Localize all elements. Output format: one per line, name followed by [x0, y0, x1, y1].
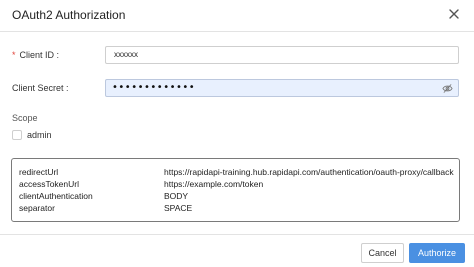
- info-row: separator SPACE: [12, 203, 459, 215]
- dialog-title: OAuth2 Authorization: [12, 8, 126, 22]
- info-value: SPACE: [164, 203, 193, 213]
- info-key: separator: [19, 203, 55, 213]
- required-mark: *: [12, 50, 16, 60]
- client-secret-input[interactable]: •••••••••••••: [105, 79, 459, 97]
- info-key: redirectUrl: [19, 167, 59, 177]
- info-key: accessTokenUrl: [19, 179, 79, 189]
- scope-admin-label[interactable]: admin: [27, 130, 52, 140]
- client-id-input[interactable]: xxxxxx: [105, 46, 459, 64]
- client-secret-label: Client Secret :: [12, 83, 69, 93]
- authorize-button[interactable]: Authorize: [409, 243, 465, 263]
- info-value: https://rapidapi-training.hub.rapidapi.c…: [164, 167, 454, 177]
- info-value: https://example.com/token: [164, 179, 264, 189]
- cancel-button[interactable]: Cancel: [361, 243, 404, 263]
- info-value: BODY: [164, 191, 189, 201]
- dialog-header: OAuth2 Authorization: [0, 0, 474, 32]
- info-key: clientAuthentication: [19, 191, 93, 201]
- info-row: redirectUrl https://rapidapi-training.hu…: [12, 167, 459, 179]
- scope-label: Scope: [12, 113, 38, 123]
- scope-admin-checkbox[interactable]: [12, 130, 22, 140]
- eye-off-icon[interactable]: [442, 83, 453, 94]
- oauth2-authorization-dialog: OAuth2 Authorization * Client ID : xxxxxx…: [0, 0, 474, 267]
- client-id-value: xxxxxx: [114, 50, 138, 59]
- info-row: accessTokenUrl https://example.com/token: [12, 179, 459, 191]
- client-id-label-text: Client ID :: [19, 50, 60, 60]
- client-secret-masked-value: •••••••••••••: [112, 82, 196, 93]
- client-id-label: * Client ID :: [12, 50, 59, 60]
- oauth-config-details: redirectUrl https://rapidapi-training.hu…: [11, 158, 460, 222]
- info-row: clientAuthentication BODY: [12, 191, 459, 203]
- close-icon[interactable]: [446, 6, 462, 22]
